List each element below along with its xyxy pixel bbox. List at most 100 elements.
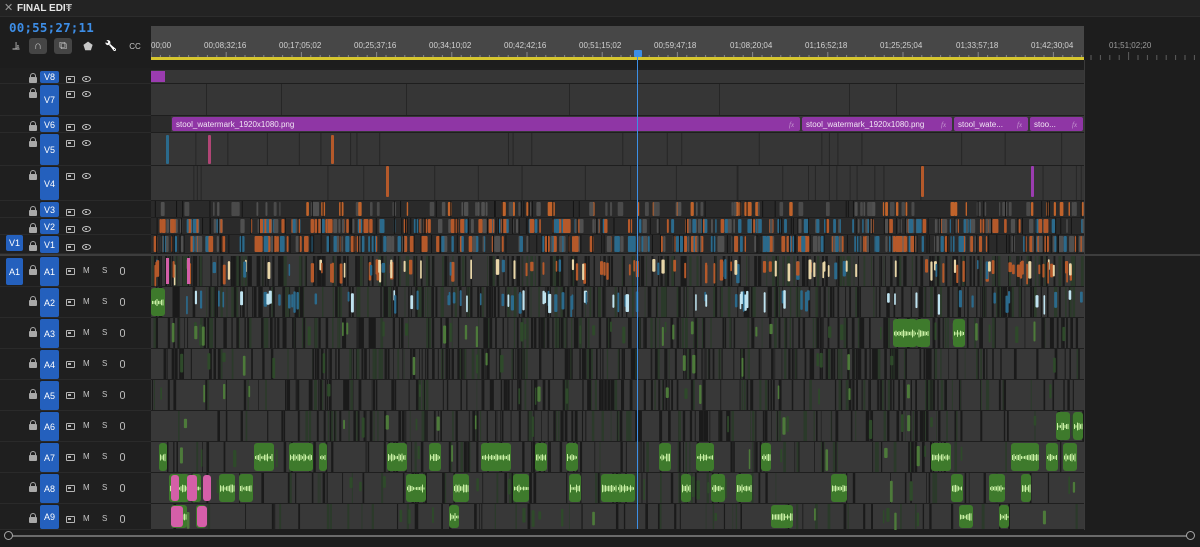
track-header-v8[interactable]: V8 xyxy=(0,70,151,84)
eye-icon[interactable] xyxy=(82,173,91,179)
solo-button[interactable]: S xyxy=(102,328,107,337)
track-header-a4[interactable]: A4 M S xyxy=(0,349,151,380)
mute-button[interactable]: M xyxy=(83,421,90,430)
sequence-tab-title[interactable]: FINAL EDIT xyxy=(17,3,72,14)
add-marker-icon[interactable]: ⬟ xyxy=(79,38,97,54)
mute-button[interactable]: M xyxy=(83,359,90,368)
lock-icon[interactable] xyxy=(29,137,37,149)
mute-button[interactable]: M xyxy=(83,297,90,306)
sync-lock-icon[interactable] xyxy=(66,330,75,337)
lock-icon[interactable] xyxy=(29,296,37,308)
track-header-v5[interactable]: V5 xyxy=(0,133,151,166)
lock-icon[interactable] xyxy=(29,265,37,277)
sync-lock-icon[interactable] xyxy=(66,392,75,399)
sync-lock-icon[interactable] xyxy=(66,423,75,430)
snap-icon[interactable]: ∩ xyxy=(29,38,47,54)
track-target-a1[interactable]: A1 xyxy=(40,257,59,286)
track-target-a9[interactable]: A9 xyxy=(40,505,59,529)
playhead-line[interactable] xyxy=(637,57,638,529)
timeline-empty-area[interactable] xyxy=(1084,68,1200,530)
sync-lock-icon[interactable] xyxy=(66,123,75,131)
video-audio-divider[interactable] xyxy=(0,254,1200,256)
lock-icon[interactable] xyxy=(29,451,37,463)
lock-icon[interactable] xyxy=(29,170,37,182)
track-header-a9[interactable]: A9 M S xyxy=(0,504,151,530)
track-header-a2[interactable]: A2 M S xyxy=(0,287,151,318)
sync-lock-icon[interactable] xyxy=(66,173,75,180)
panel-menu-icon[interactable]: ≡ xyxy=(66,2,72,13)
sync-lock-icon[interactable] xyxy=(66,208,75,216)
mute-button[interactable]: M xyxy=(83,452,90,461)
lock-icon[interactable] xyxy=(29,327,37,339)
voiceover-mic-icon[interactable] xyxy=(120,484,125,492)
work-area-bar[interactable] xyxy=(151,57,1084,60)
track-target-v2[interactable]: V2 xyxy=(40,219,59,234)
track-header-a6[interactable]: A6 M S xyxy=(0,411,151,442)
sync-lock-icon[interactable] xyxy=(66,243,75,251)
voiceover-mic-icon[interactable] xyxy=(120,329,125,337)
voiceover-mic-icon[interactable] xyxy=(120,391,125,399)
track-target-v5[interactable]: V5 xyxy=(40,134,59,165)
eye-icon[interactable] xyxy=(82,91,91,97)
sync-lock-icon[interactable] xyxy=(66,299,75,306)
track-header-v1[interactable]: V1 V1 xyxy=(0,235,151,254)
solo-button[interactable]: S xyxy=(102,359,107,368)
sync-lock-icon[interactable] xyxy=(66,485,75,492)
insert-nest-icon[interactable]: ⫡ xyxy=(7,38,25,54)
eye-icon[interactable] xyxy=(82,76,91,82)
track-header-v4[interactable]: V4 xyxy=(0,166,151,201)
solo-button[interactable]: S xyxy=(102,266,107,275)
track-target-v8[interactable]: V8 xyxy=(40,71,59,83)
mute-button[interactable]: M xyxy=(83,266,90,275)
timeline-clips[interactable]: stool_watermark_1920x1080.png fx stool_wat… xyxy=(151,68,1084,530)
track-header-v2[interactable]: V2 xyxy=(0,218,151,235)
track-target-v7[interactable]: V7 xyxy=(40,85,59,115)
track-target-a4[interactable]: A4 xyxy=(40,350,59,379)
track-target-a8[interactable]: A8 xyxy=(40,474,59,503)
horizontal-zoom-scrollbar[interactable] xyxy=(4,531,1196,541)
captions-icon[interactable]: CC xyxy=(126,38,144,54)
eye-icon[interactable] xyxy=(82,225,91,232)
solo-button[interactable]: S xyxy=(102,452,107,461)
track-header-a5[interactable]: A5 M S xyxy=(0,380,151,411)
lock-icon[interactable] xyxy=(29,240,37,253)
lock-icon[interactable] xyxy=(29,513,37,525)
lock-icon[interactable] xyxy=(29,222,37,235)
track-header-v7[interactable]: V7 xyxy=(0,84,151,116)
track-header-a1[interactable]: A1 A1 M S xyxy=(0,256,151,287)
source-patch-v1[interactable]: V1 xyxy=(6,235,23,251)
lock-icon[interactable] xyxy=(29,205,37,218)
eye-icon[interactable] xyxy=(82,140,91,146)
sync-lock-icon[interactable] xyxy=(66,76,75,83)
lock-icon[interactable] xyxy=(29,358,37,370)
wrench-icon[interactable]: 🔧 xyxy=(102,38,120,54)
mute-button[interactable]: M xyxy=(83,390,90,399)
track-target-v3[interactable]: V3 xyxy=(40,202,59,217)
lock-icon[interactable] xyxy=(29,120,37,133)
scrollbar-track[interactable] xyxy=(10,535,1191,537)
linked-selection-icon[interactable]: ⧉ xyxy=(54,38,72,54)
voiceover-mic-icon[interactable] xyxy=(120,453,125,461)
lock-icon[interactable] xyxy=(29,389,37,401)
track-target-a3[interactable]: A3 xyxy=(40,319,59,348)
lock-icon[interactable] xyxy=(29,482,37,494)
playhead-timecode[interactable]: 00;55;27;11 xyxy=(9,20,94,35)
solo-button[interactable]: S xyxy=(102,390,107,399)
source-patch-a1[interactable]: A1 xyxy=(6,258,23,285)
track-header-v6[interactable]: V6 xyxy=(0,116,151,133)
sync-lock-icon[interactable] xyxy=(66,225,75,233)
sync-lock-icon[interactable] xyxy=(66,268,75,275)
timeline-tracks[interactable]: stool_watermark_1920x1080.png fx stool_wat… xyxy=(151,68,1084,530)
track-target-a5[interactable]: A5 xyxy=(40,381,59,410)
track-header-v3[interactable]: V3 xyxy=(0,201,151,218)
scroll-handle-left[interactable] xyxy=(4,531,13,540)
mute-button[interactable]: M xyxy=(83,483,90,492)
track-header-a7[interactable]: A7 M S xyxy=(0,442,151,473)
mute-button[interactable]: M xyxy=(83,514,90,523)
solo-button[interactable]: S xyxy=(102,421,107,430)
sync-lock-icon[interactable] xyxy=(66,91,75,98)
solo-button[interactable]: S xyxy=(102,483,107,492)
track-target-a6[interactable]: A6 xyxy=(40,412,59,441)
voiceover-mic-icon[interactable] xyxy=(120,422,125,430)
track-target-v4[interactable]: V4 xyxy=(40,167,59,200)
